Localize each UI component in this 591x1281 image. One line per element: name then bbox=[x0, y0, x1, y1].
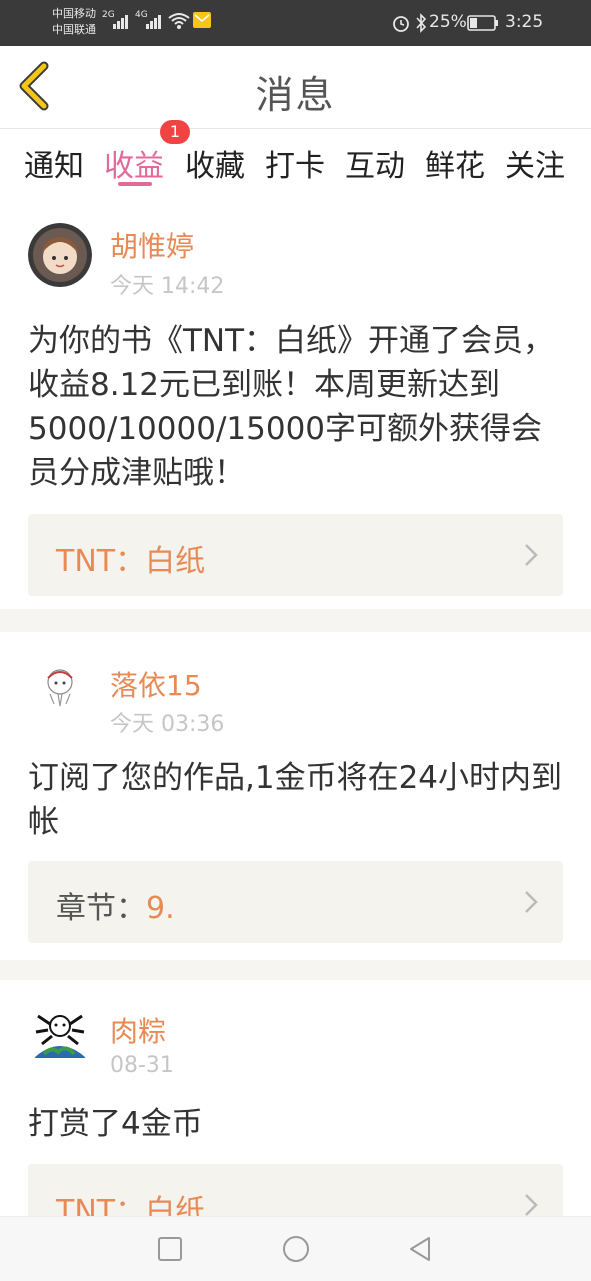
header: 消息 bbox=[0, 46, 591, 129]
message-text: 订阅了您的作品,1金币将在24小时内到帐 bbox=[28, 760, 563, 840]
signal-icon bbox=[113, 15, 128, 29]
clock: 3:25 bbox=[505, 12, 544, 32]
sender-name[interactable]: 胡惟婷 bbox=[110, 225, 194, 265]
recent-apps-button[interactable] bbox=[154, 1233, 186, 1265]
home-button[interactable] bbox=[280, 1233, 312, 1265]
message-date: 今天 03:36 bbox=[110, 712, 225, 737]
message-card: 胡惟婷 今天 14:42 为你的书《TNT：白纸》开通了会员，收益8.12元已到… bbox=[0, 205, 591, 609]
bluetooth-icon bbox=[416, 13, 427, 33]
battery-icon bbox=[467, 15, 498, 31]
book-link-text: TNT：白纸 bbox=[56, 536, 205, 580]
book-link-text: TNT：白纸 bbox=[56, 1186, 205, 1216]
circle-icon bbox=[283, 1236, 309, 1262]
message-text: 为你的书《TNT：白纸》开通了会员，收益8.12元已到账！本周更新达到5000/… bbox=[28, 323, 555, 491]
wifi-icon bbox=[168, 13, 190, 29]
book-link[interactable]: TNT：白纸 bbox=[28, 514, 563, 596]
book-title: TNT：白纸 bbox=[56, 544, 206, 579]
message-card: 肉粽 08-31 打赏了4金币 TNT：白纸 bbox=[0, 980, 591, 1216]
carrier-info: 中国移动 中国联通 bbox=[52, 6, 96, 38]
signal-icon-2 bbox=[146, 15, 161, 29]
book-title: TNT：白纸 bbox=[56, 1194, 206, 1216]
status-bar: 中国移动 中国联通 2G 4G 25% 3:25 bbox=[0, 0, 591, 46]
message-text: 打赏了4金币 bbox=[28, 1106, 203, 1142]
tab-follow[interactable]: 关注 bbox=[505, 141, 565, 185]
chapter-number: 9. bbox=[146, 891, 175, 926]
message-card: 落依15 今天 03:36 订阅了您的作品,1金币将在24小时内到帐 章节：9. bbox=[0, 632, 591, 960]
book-link[interactable]: TNT：白纸 bbox=[28, 1164, 563, 1216]
chevron-right-icon bbox=[525, 1194, 538, 1216]
tab-notifications[interactable]: 通知 bbox=[24, 141, 84, 185]
tab-checkin[interactable]: 打卡 bbox=[265, 141, 325, 185]
tab-flowers[interactable]: 鲜花 bbox=[425, 141, 485, 185]
battery-percent: 25% bbox=[429, 12, 467, 32]
tab-bar: 通知 收益 收藏 打卡 互动 鲜花 关注 bbox=[0, 129, 591, 205]
tab-interaction[interactable]: 互动 bbox=[345, 141, 405, 185]
alarm-icon bbox=[393, 16, 409, 32]
carrier-2: 中国联通 bbox=[52, 23, 96, 36]
carrier-1: 中国移动 bbox=[52, 7, 96, 20]
active-tab-indicator bbox=[118, 182, 152, 186]
tab-badge: 1 bbox=[160, 120, 190, 144]
sender-name[interactable]: 落依15 bbox=[110, 664, 202, 704]
link-label: 章节： bbox=[56, 891, 146, 926]
chapter-link-text: 章节：9. bbox=[56, 883, 175, 927]
message-date: 08-31 bbox=[110, 1053, 174, 1078]
tab-earnings[interactable]: 收益 bbox=[104, 141, 164, 185]
avatar[interactable] bbox=[28, 1006, 92, 1070]
avatar[interactable] bbox=[28, 654, 92, 718]
mail-icon bbox=[193, 12, 211, 28]
back-nav-button[interactable] bbox=[405, 1233, 437, 1265]
triangle-back-icon bbox=[410, 1237, 430, 1261]
chevron-right-icon bbox=[525, 544, 538, 566]
chapter-link[interactable]: 章节：9. bbox=[28, 861, 563, 943]
avatar[interactable] bbox=[28, 223, 92, 287]
tab-favorites[interactable]: 收藏 bbox=[185, 141, 245, 185]
avatar-image bbox=[28, 223, 92, 287]
avatar-image bbox=[28, 654, 92, 718]
square-icon bbox=[158, 1237, 182, 1261]
message-date: 今天 14:42 bbox=[110, 274, 225, 299]
sender-name[interactable]: 肉粽 bbox=[110, 1010, 166, 1050]
avatar-image bbox=[28, 1006, 92, 1070]
page-title: 消息 bbox=[255, 73, 336, 117]
system-nav-bar bbox=[0, 1216, 591, 1281]
chevron-right-icon bbox=[525, 891, 538, 913]
